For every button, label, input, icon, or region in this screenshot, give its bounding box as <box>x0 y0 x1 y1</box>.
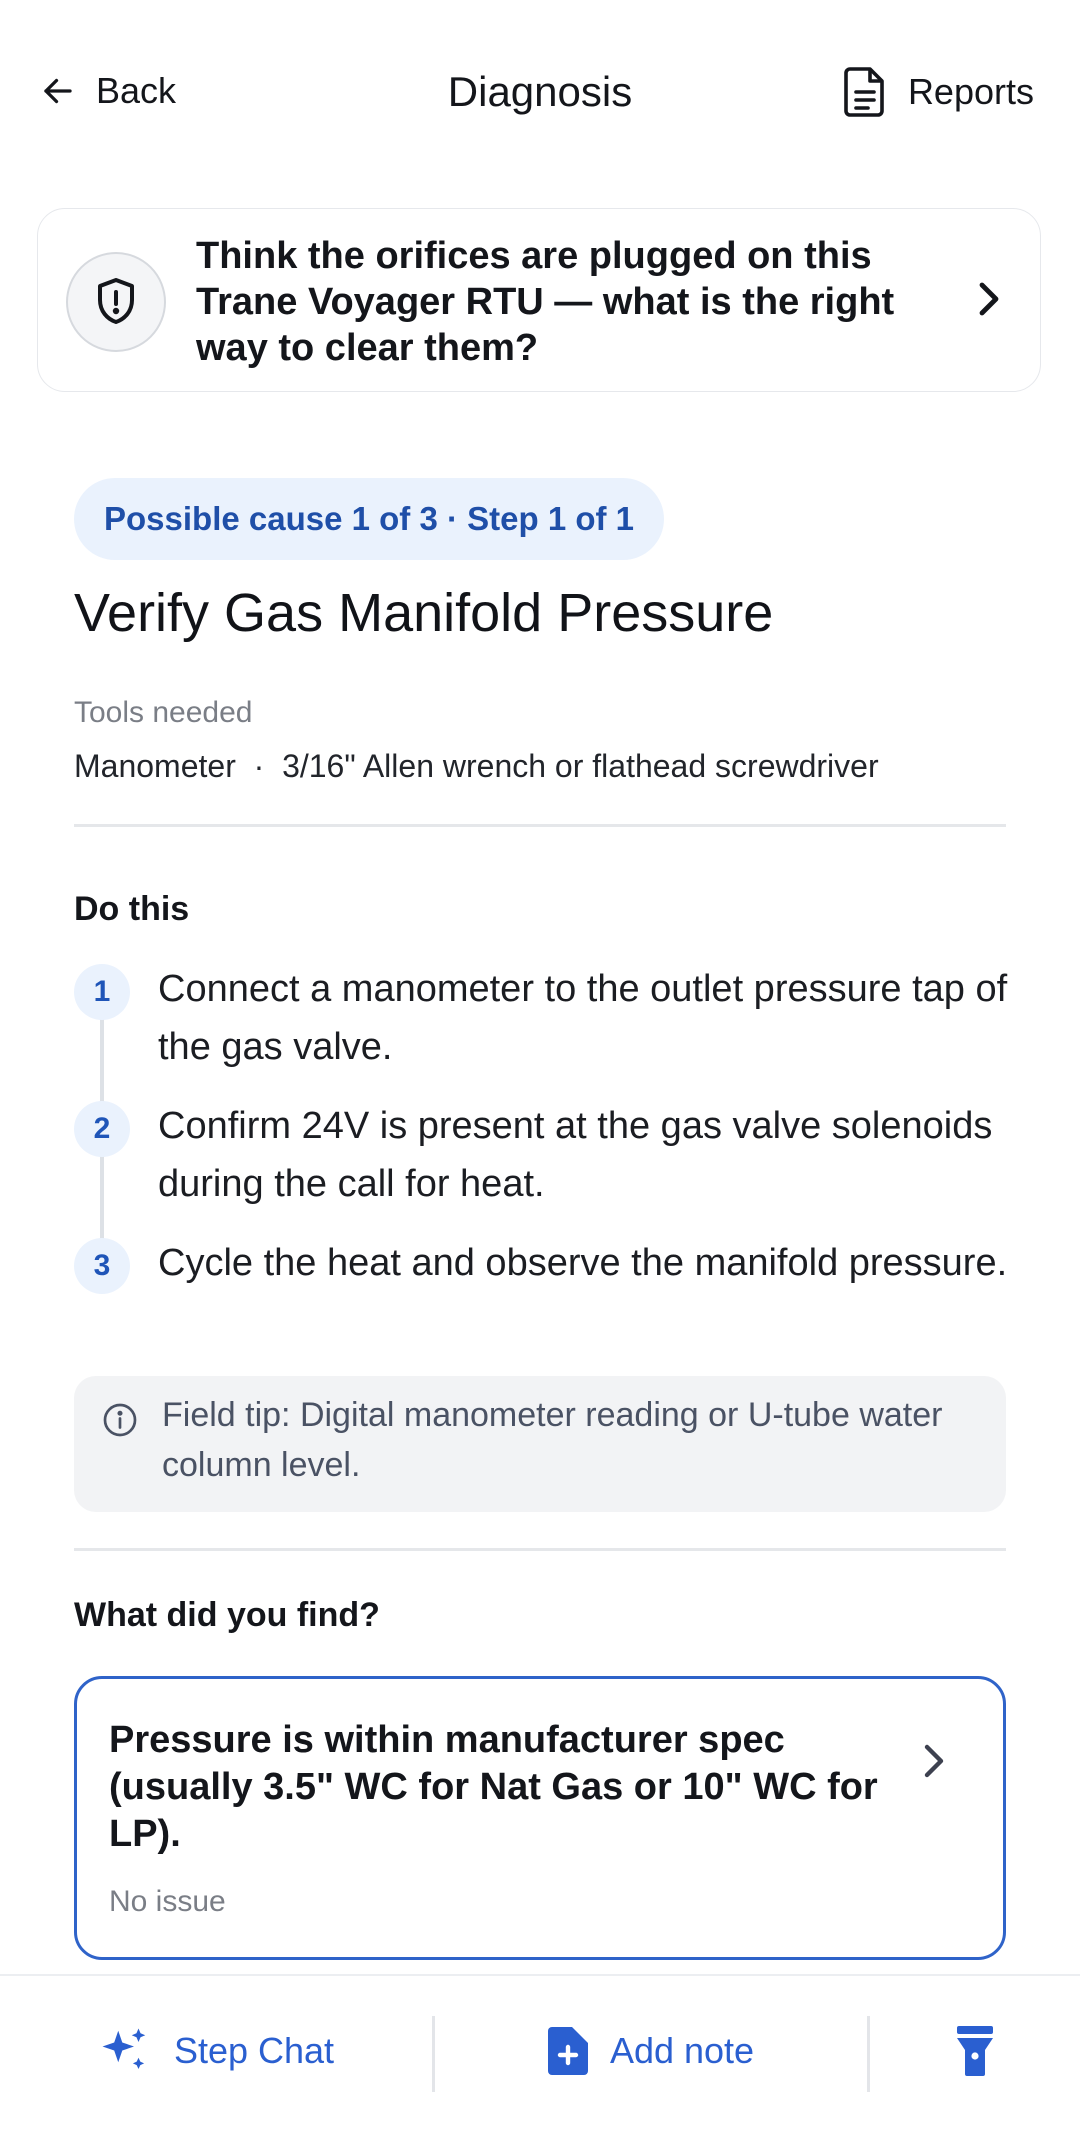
step-chat-button[interactable]: Step Chat <box>0 1976 432 2126</box>
question-text: Think the orifices are plugged on this T… <box>196 235 895 369</box>
document-icon <box>844 67 884 117</box>
sparkle-icon <box>102 2028 146 2069</box>
finding-option-text: Pressure is within manufacturer spec (us… <box>109 1719 878 1855</box>
do-this-heading: Do this <box>74 890 190 928</box>
info-icon <box>103 1403 137 1437</box>
step-number-1: 1 <box>74 964 130 1020</box>
shield-alert-icon <box>66 252 166 352</box>
add-note-button[interactable]: Add note <box>435 1976 867 2126</box>
reports-label: Reports <box>907 71 1034 112</box>
file-add-icon <box>547 2027 588 2075</box>
flashlight-button[interactable] <box>870 1976 1080 2126</box>
instruction-text-3: Cycle the heat and observe the manifold … <box>158 1242 1008 1284</box>
step-title: Verify Gas Manifold Pressure <box>74 583 774 643</box>
findings-heading: What did you find? <box>74 1596 380 1634</box>
field-tip: Field tip: Digital manometer reading or … <box>74 1376 1006 1512</box>
add-note-label: Add note <box>609 2030 755 2071</box>
bottom-action-bar: Step Chat Add note <box>0 1974 1080 2151</box>
finding-option-subtext: No issue <box>109 1885 226 1918</box>
finding-option[interactable]: Pressure is within manufacturer spec (us… <box>74 1676 1006 1960</box>
step-number-3: 3 <box>74 1238 130 1294</box>
chevron-right-icon <box>924 1744 944 1778</box>
chevron-right-icon <box>979 282 999 316</box>
tip-text: Field tip: Digital manometer reading or … <box>162 1396 943 1484</box>
step-chat-label: Step Chat <box>173 2030 335 2071</box>
divider <box>74 824 1006 827</box>
reports-button[interactable]: Reports <box>844 66 1034 118</box>
instruction-text-1: Connect a manometer to the outlet pressu… <box>158 968 1008 1068</box>
flashlight-icon <box>957 2026 993 2076</box>
instruction-text-2: Confirm 24V is present at the gas valve … <box>158 1105 993 1205</box>
progress-badge: Possible cause 1 of 3 · Step 1 of 1 <box>74 478 665 560</box>
tools-label: Tools needed <box>74 696 253 729</box>
question-card[interactable]: Think the orifices are plugged on this T… <box>37 208 1041 392</box>
divider <box>74 1548 1006 1551</box>
tools-list: Manometer · 3/16" Allen wrench or flathe… <box>74 748 879 784</box>
step-number-2: 2 <box>74 1101 130 1157</box>
